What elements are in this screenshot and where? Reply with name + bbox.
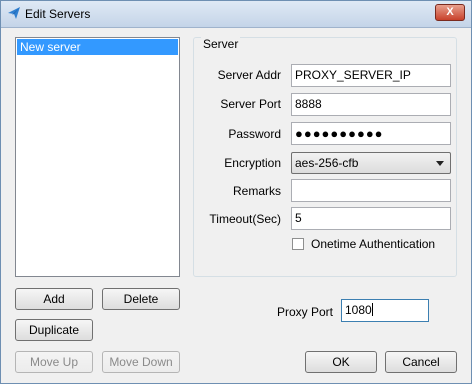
onetime-auth-checkbox[interactable] — [292, 238, 304, 250]
timeout-field[interactable]: 5 — [291, 207, 451, 230]
edit-servers-window: Edit Servers X New server Server Server … — [0, 0, 472, 384]
delete-button[interactable]: Delete — [102, 288, 180, 310]
close-button[interactable]: X — [435, 4, 465, 21]
server-port-label: Server Port — [220, 97, 281, 111]
encryption-label: Encryption — [224, 156, 281, 170]
proxy-port-label: Proxy Port — [277, 305, 334, 319]
server-addr-field[interactable]: PROXY_SERVER_IP — [291, 64, 451, 87]
remarks-label: Remarks — [232, 184, 281, 198]
add-button[interactable]: Add — [15, 288, 93, 310]
proxy-port-field[interactable]: 1080 — [341, 299, 429, 322]
server-group-label: Server — [201, 37, 241, 51]
move-up-button[interactable]: Move Up — [15, 351, 93, 373]
encryption-select[interactable]: aes-256-cfb — [291, 152, 451, 174]
onetime-auth-label[interactable]: Onetime Authentication — [311, 237, 435, 251]
chevron-down-icon — [436, 161, 444, 166]
window-title: Edit Servers — [25, 7, 91, 21]
server-list[interactable]: New server — [15, 37, 180, 277]
duplicate-button[interactable]: Duplicate — [15, 319, 93, 341]
ok-button[interactable]: OK — [305, 351, 377, 373]
server-list-item[interactable]: New server — [17, 39, 178, 55]
timeout-label: Timeout(Sec) — [209, 212, 281, 226]
encryption-value: aes-256-cfb — [295, 156, 359, 170]
text-cursor — [371, 303, 373, 316]
server-port-field[interactable]: 8888 — [291, 93, 451, 116]
remarks-field[interactable] — [291, 179, 451, 202]
server-addr-label: Server Addr — [217, 68, 281, 82]
password-field[interactable]: ●●●●●●●●●● — [291, 122, 451, 145]
cancel-button[interactable]: Cancel — [385, 351, 457, 373]
move-down-button[interactable]: Move Down — [102, 351, 180, 373]
proxy-port-value: 1080 — [345, 303, 372, 317]
password-label: Password — [228, 127, 281, 141]
paper-plane-icon — [8, 7, 20, 19]
title-bar[interactable]: Edit Servers X — [1, 1, 471, 28]
